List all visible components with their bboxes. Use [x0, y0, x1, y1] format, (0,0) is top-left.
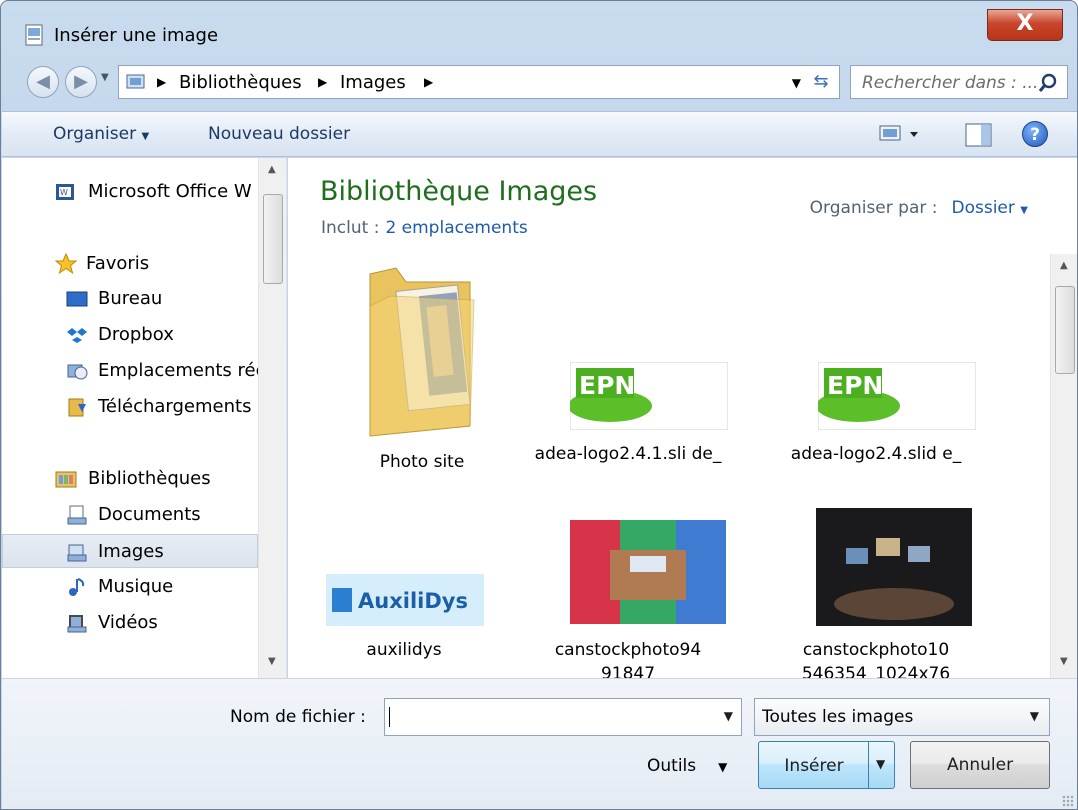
window-title: Insérer une image	[54, 25, 219, 46]
nav-item-recent-places[interactable]: Emplacements réc	[2, 354, 258, 388]
new-folder-button[interactable]: Nouveau dossier	[208, 124, 350, 144]
text-caret	[389, 707, 390, 727]
star-icon	[55, 253, 77, 275]
svg-text:W: W	[60, 188, 68, 197]
search-box[interactable]: Rechercher dans : ...	[850, 65, 1068, 99]
nav-scrollbar[interactable]: ▲ ▼	[258, 158, 286, 678]
insert-button[interactable]: Insérer ▼	[758, 741, 895, 789]
arrange-dropdown-icon: ▼	[1020, 205, 1028, 216]
breadcrumb-images[interactable]: Images	[340, 72, 406, 93]
file-tile[interactable]: canstockphoto94 91847	[528, 506, 728, 678]
image-thumbnail	[570, 520, 726, 624]
address-dropdown-icon[interactable]: ▼	[792, 76, 801, 90]
nav-item-dropbox[interactable]: Dropbox	[2, 318, 258, 352]
breadcrumb-separator-icon: ▶	[318, 75, 328, 89]
pictures-icon	[67, 544, 87, 562]
svg-text:EPN ADEA: EPN ADEA	[827, 371, 969, 400]
folder-icon	[369, 267, 475, 437]
tools-menu[interactable]: Outils ▼	[647, 756, 727, 776]
filename-label: Nom de fichier :	[230, 707, 366, 727]
image-thumbnail: EPN ADEA	[818, 362, 976, 430]
library-title: Bibliothèque Images	[320, 176, 598, 207]
videos-icon	[67, 615, 87, 633]
nav-item-libraries[interactable]: Bibliothèques	[2, 462, 258, 496]
image-thumbnail: AuxiliDys	[326, 574, 484, 626]
scroll-down-icon[interactable]: ▼	[1060, 656, 1068, 667]
scroll-down-icon[interactable]: ▼	[268, 656, 276, 667]
insert-image-dialog: Insérer une image X ◀ ▶ ▼ ▶ Bibliothèque…	[0, 0, 1078, 810]
breadcrumb-separator-icon[interactable]: ▶	[424, 75, 433, 89]
desktop-icon	[66, 291, 88, 307]
nav-item-desktop[interactable]: Bureau	[2, 282, 258, 316]
arrange-by-dropdown[interactable]: Dossier ▼	[952, 198, 1029, 218]
arrange-by: Organiser par : Dossier ▼	[809, 198, 1029, 218]
tools-dropdown-icon: ▼	[718, 760, 728, 774]
image-thumbnail: EPN ADEA	[570, 362, 728, 430]
nav-item-documents[interactable]: Documents	[2, 498, 258, 532]
nav-item-videos[interactable]: Vidéos	[2, 606, 258, 640]
preview-pane-icon[interactable]	[964, 122, 994, 148]
resize-grip-icon[interactable]	[1062, 795, 1074, 807]
filename-input[interactable]: ▼	[384, 698, 742, 736]
file-tile[interactable]: Photo site	[322, 266, 522, 476]
dropbox-icon	[67, 328, 87, 343]
word-icon: W	[56, 184, 74, 200]
organize-menu[interactable]: Organiser ▼	[53, 124, 149, 144]
music-icon	[69, 578, 85, 596]
libraries-icon	[55, 471, 77, 488]
scroll-up-icon[interactable]: ▲	[1060, 260, 1068, 271]
nav-item-downloads[interactable]: Téléchargements	[2, 390, 258, 424]
recent-pages-dropdown[interactable]: ▼	[101, 72, 109, 83]
nav-scroll-thumb[interactable]	[263, 194, 283, 284]
file-tile[interactable]: EPN ADEA adea-logo2.4.1.sli de_	[528, 266, 728, 496]
filename-dropdown-icon[interactable]: ▼	[724, 709, 733, 723]
locations-link[interactable]: 2 emplacements	[385, 218, 527, 238]
file-type-dropdown-icon: ▼	[1029, 709, 1039, 723]
close-button[interactable]: X	[987, 9, 1063, 41]
back-button[interactable]: ◀	[27, 66, 59, 98]
title-bar: Insérer une image X	[1, 1, 1077, 57]
content-pane: Bibliothèque Images Inclut :2 emplacemen…	[288, 158, 1077, 678]
documents-icon	[67, 505, 87, 525]
image-thumbnail	[816, 508, 972, 626]
refresh-icon[interactable]: ⇆	[807, 71, 835, 95]
address-bar[interactable]: ▶ Bibliothèques ▶ Images ▶ ▼ ⇆	[118, 65, 840, 99]
svg-text:EPN ADEA: EPN ADEA	[579, 371, 721, 400]
breadcrumb-separator-icon: ▶	[157, 75, 167, 89]
svg-text:AuxiliDys: AuxiliDys	[358, 589, 468, 613]
change-view-icon[interactable]	[878, 122, 922, 146]
library-includes: Inclut :2 emplacements	[321, 218, 528, 238]
insert-options-dropdown-icon[interactable]: ▼	[876, 757, 885, 771]
search-placeholder: Rechercher dans : ...	[862, 73, 1039, 93]
forward-arrow-icon: ▶	[74, 71, 88, 92]
downloads-icon	[68, 398, 86, 417]
nav-item-office[interactable]: W Microsoft Office W	[2, 175, 258, 209]
address-row: ◀ ▶ ▼ ▶ Bibliothèques ▶ Images ▶ ▼ ⇆ Rec…	[1, 57, 1077, 109]
content-scrollbar[interactable]: ▲ ▼	[1050, 254, 1077, 678]
nav-item-favorites[interactable]: Favoris	[2, 247, 258, 281]
pictures-library-icon	[126, 74, 145, 89]
file-tile[interactable]: AuxiliDys auxilidys	[304, 506, 504, 676]
search-icon[interactable]	[1037, 72, 1059, 94]
scroll-up-icon[interactable]: ▲	[268, 164, 276, 175]
back-arrow-icon: ◀	[36, 71, 50, 92]
nav-item-music[interactable]: Musique	[2, 570, 258, 604]
command-toolbar: Organiser ▼ Nouveau dossier ?	[2, 111, 1077, 157]
forward-button[interactable]: ▶	[65, 66, 97, 98]
file-tile[interactable]: canstockphoto10 546354_1024x76	[776, 506, 976, 678]
word-app-icon	[25, 24, 43, 46]
file-tile[interactable]: EPN ADEA adea-logo2.4.slid e_	[776, 266, 976, 496]
nav-item-pictures[interactable]: Images	[2, 534, 258, 568]
file-type-select[interactable]: Toutes les images ▼	[754, 698, 1050, 736]
breadcrumb-libraries[interactable]: Bibliothèques	[179, 72, 302, 93]
recent-places-icon	[67, 364, 88, 380]
help-icon[interactable]: ?	[1022, 121, 1048, 147]
split-divider	[868, 742, 869, 788]
organize-dropdown-icon: ▼	[141, 131, 150, 142]
bottom-panel: Nom de fichier : ▼ Toutes les images ▼ O…	[2, 678, 1077, 809]
cancel-button[interactable]: Annuler	[910, 741, 1050, 789]
content-scroll-thumb[interactable]	[1055, 286, 1075, 374]
navigation-pane: W Microsoft Office W Favoris Bureau Drop…	[2, 158, 287, 678]
